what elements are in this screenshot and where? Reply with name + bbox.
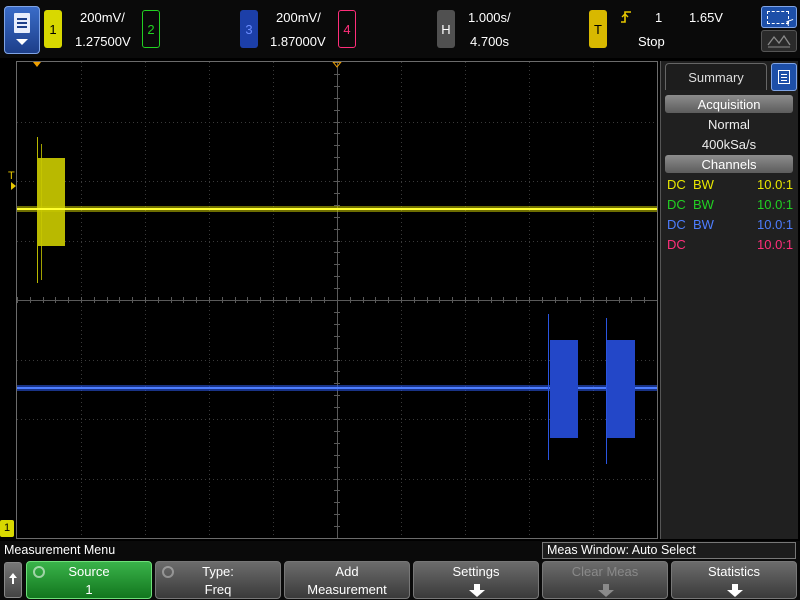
- rising-edge-icon: [621, 11, 631, 23]
- source-softkey[interactable]: Source 1: [26, 561, 152, 599]
- document-icon: [14, 13, 30, 33]
- statistics-softkey[interactable]: Statistics: [671, 561, 797, 599]
- trigger-badge[interactable]: T: [589, 10, 607, 48]
- channel-1-ground-marker[interactable]: 1: [0, 520, 14, 537]
- submenu-arrow-icon: [598, 584, 614, 598]
- acquisition-mode: Normal: [708, 117, 750, 132]
- panel-menu-icon[interactable]: [771, 63, 797, 91]
- trigger-level: 1.65V: [689, 10, 723, 25]
- status-bar: 1 200mV/ 1.27500V 2 3 200mV/ 1.87000V 4 …: [0, 0, 800, 58]
- waveform-display[interactable]: [16, 61, 658, 539]
- timebase-scale: 1.000s/: [468, 10, 511, 25]
- tab-summary[interactable]: Summary: [665, 63, 767, 90]
- channel-1-offset: 1.27500V: [75, 34, 131, 49]
- channel-1-badge[interactable]: 1: [44, 10, 62, 48]
- channel-4-info: DC 10.0:1: [667, 237, 794, 252]
- clear-meas-softkey[interactable]: Clear Meas: [542, 561, 668, 599]
- trigger-source: 1: [655, 10, 663, 25]
- channel-3-offset: 1.87000V: [270, 34, 326, 49]
- channel-2-badge[interactable]: 2: [142, 10, 160, 48]
- summary-panel: Summary Acquisition Normal 400kSa/s Chan…: [660, 61, 798, 539]
- settings-softkey[interactable]: Settings: [413, 561, 539, 599]
- channel-3-badge[interactable]: 3: [240, 10, 258, 48]
- graticule: [17, 62, 657, 538]
- chevron-down-icon: [16, 39, 28, 45]
- type-softkey[interactable]: Type: Freq: [155, 561, 281, 599]
- submenu-arrow-icon: [469, 584, 485, 598]
- sample-rate: 400kSa/s: [701, 137, 757, 152]
- timebase-delay: 4.700s: [470, 34, 510, 49]
- gesture-icon: [767, 34, 791, 48]
- menu-title: Measurement Menu: [4, 543, 116, 557]
- channel-3-info: DC BW 10.0:1: [667, 217, 794, 232]
- back-up-button[interactable]: [4, 562, 22, 598]
- delay-marker-icon: [33, 62, 41, 67]
- main-menu-button[interactable]: [4, 6, 40, 54]
- submenu-arrow-icon: [727, 584, 743, 598]
- channels-header: Channels: [665, 155, 793, 173]
- trigger-arrow-icon: [11, 182, 16, 190]
- softkey-bar: Measurement Menu Meas Window: Auto Selec…: [0, 541, 800, 600]
- channel-1-scale: 200mV/: [80, 10, 125, 25]
- acquisition-header: Acquisition: [665, 95, 793, 113]
- zoom-box-button[interactable]: [761, 6, 797, 28]
- timebase-badge[interactable]: H: [437, 10, 455, 48]
- channel-2-info: DC BW 10.0:1: [667, 197, 794, 212]
- acquisition-status: Stop: [638, 34, 665, 49]
- cursor-arrow-icon: [786, 18, 795, 27]
- channel-4-badge[interactable]: 4: [338, 10, 356, 48]
- trigger-level-marker[interactable]: T: [8, 170, 15, 182]
- add-measurement-softkey[interactable]: Add Measurement: [284, 561, 410, 599]
- meas-window-status: Meas Window: Auto Select: [542, 542, 796, 559]
- channel-1-info: DC BW 10.0:1: [667, 177, 794, 192]
- gesture-button[interactable]: [761, 30, 797, 52]
- channel-3-scale: 200mV/: [276, 10, 321, 25]
